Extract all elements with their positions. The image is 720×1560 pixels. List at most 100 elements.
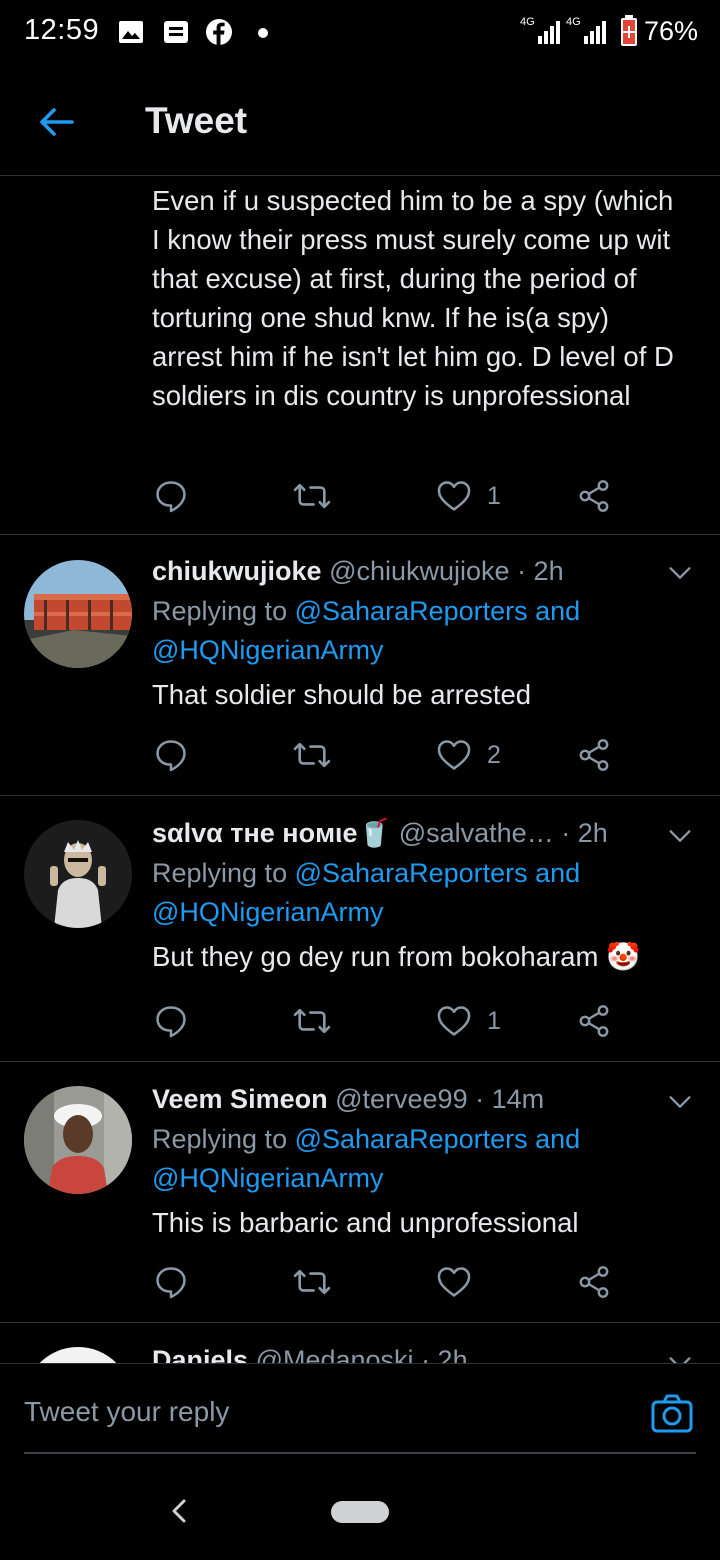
retweet-icon — [293, 483, 331, 509]
replying-to: Replying to @SaharaReporters and @HQNige… — [152, 854, 684, 932]
tweet-text: Even if u suspected him to be a spy (whi… — [152, 185, 674, 411]
tweet-time: · 2h — [561, 818, 608, 848]
chevron-down-icon[interactable] — [666, 1349, 694, 1363]
battery-percent: 76% — [643, 15, 698, 46]
app-header: Tweet — [0, 66, 720, 176]
share-button[interactable] — [576, 735, 612, 775]
display-name[interactable]: chiukwujioke — [152, 556, 322, 586]
cup-emoji: 🥤 — [357, 818, 392, 848]
user-handle[interactable]: @tervee99 — [335, 1084, 467, 1114]
page-title: Tweet — [145, 100, 248, 141]
heart-icon — [437, 481, 471, 511]
tweet-text: But they go dey run from bokoharam 🤡 — [152, 941, 641, 972]
display-name[interactable]: Veem Simeon — [152, 1084, 328, 1114]
status-time: 12:59 — [24, 14, 100, 46]
heart-icon — [437, 740, 471, 770]
reply-icon — [156, 1267, 186, 1299]
avatar-image — [24, 1347, 132, 1363]
dot-icon — [258, 28, 268, 38]
tweet-item[interactable]: ѕαlvα тнe нoмιe🥤 @salvathe… · 2h Replyin… — [0, 796, 720, 1062]
reply-icon — [156, 481, 186, 513]
replying-prefix: Replying to — [152, 1124, 288, 1154]
user-handle[interactable]: @Medanoski — [256, 1345, 414, 1363]
retweet-button[interactable] — [292, 1262, 332, 1302]
share-button[interactable] — [576, 1001, 612, 1041]
tweet-time: · 2h — [421, 1345, 468, 1363]
chevron-down-icon[interactable] — [666, 1088, 694, 1116]
share-icon — [579, 1266, 609, 1298]
avatar-image — [24, 1086, 132, 1194]
like-button[interactable]: 2 — [435, 735, 501, 775]
avatar-image — [24, 820, 132, 928]
battery-icon — [620, 15, 637, 46]
like-count: 1 — [487, 1006, 501, 1035]
tweet-item[interactable]: chiukwujioke @chiukwujioke · 2h Replying… — [0, 535, 720, 796]
like-button[interactable] — [435, 1262, 473, 1302]
tweet-meta: Veem Simeon @tervee99 · 14m — [152, 1081, 684, 1117]
like-button[interactable]: 1 — [435, 1001, 501, 1041]
avatar[interactable] — [24, 1347, 132, 1363]
status-right: 4G 4G 76% — [520, 14, 698, 48]
share-icon — [579, 739, 609, 771]
reply-input-underline — [24, 1452, 696, 1454]
avatar-image — [24, 560, 132, 668]
replying-prefix: Replying to — [152, 858, 288, 888]
display-name[interactable]: ѕαlvα тнe нoмιe — [152, 818, 358, 848]
share-icon — [579, 480, 609, 512]
replying-prefix: Replying to — [152, 596, 288, 626]
chevron-down-icon[interactable] — [666, 559, 694, 587]
like-button[interactable]: 1 — [435, 476, 501, 516]
like-count: 1 — [487, 481, 501, 510]
reply-button[interactable] — [152, 735, 190, 775]
replying-to: Replying to @SaharaReporters and @HQNige… — [152, 592, 684, 670]
tweet-meta: ѕαlvα тнe нoмιe🥤 @salvathe… · 2h — [152, 815, 684, 851]
status-bar: 12:59 4G 4G 76% — [0, 0, 720, 66]
tweet-item[interactable]: Even if u suspected him to be a spy (whi… — [0, 177, 720, 535]
reply-composer: Tweet your reply — [0, 1363, 720, 1463]
reply-button[interactable] — [152, 1262, 190, 1302]
reply-input[interactable]: Tweet your reply — [24, 1396, 229, 1428]
retweet-icon — [293, 742, 331, 768]
tweet-item[interactable]: Veem Simeon @tervee99 · 14m Replying to … — [0, 1062, 720, 1323]
tweet-actions: 2 — [152, 735, 632, 775]
retweet-button[interactable] — [292, 476, 332, 516]
back-button[interactable] — [30, 96, 82, 148]
share-icon — [579, 1005, 609, 1037]
replying-to: Replying to @SaharaReporters and @HQNige… — [152, 1120, 684, 1198]
heart-icon — [437, 1006, 471, 1036]
like-count: 2 — [487, 740, 501, 769]
user-handle[interactable]: @salvathe… — [399, 818, 554, 848]
avatar[interactable] — [24, 1086, 132, 1194]
signal-icon: 4G 4G — [520, 16, 606, 44]
facebook-icon — [206, 19, 232, 45]
reply-button[interactable] — [152, 476, 190, 516]
tweet-actions: 1 — [152, 1001, 632, 1041]
reply-icon — [156, 1006, 186, 1038]
retweet-icon — [293, 1269, 331, 1295]
user-handle[interactable]: @chiukwujioke — [329, 556, 509, 586]
retweet-button[interactable] — [292, 735, 332, 775]
share-button[interactable] — [576, 1262, 612, 1302]
replies-feed[interactable]: Even if u suspected him to be a spy (whi… — [0, 177, 720, 1363]
tweet-meta: chiukwujioke @chiukwujioke · 2h — [152, 553, 684, 589]
arrow-left-icon — [40, 108, 74, 136]
display-name[interactable]: Daniels — [152, 1345, 248, 1363]
heart-icon — [437, 1267, 471, 1297]
chevron-down-icon[interactable] — [666, 822, 694, 850]
message-icon — [164, 21, 188, 43]
svg-text:4G: 4G — [566, 16, 581, 28]
tweet-text: This is barbaric and unprofessional — [152, 1207, 579, 1238]
share-button[interactable] — [576, 476, 612, 516]
reply-button[interactable] — [152, 1001, 190, 1041]
camera-icon[interactable] — [650, 1392, 694, 1436]
nav-home-pill[interactable] — [331, 1501, 389, 1523]
avatar[interactable] — [24, 820, 132, 928]
avatar[interactable] — [24, 560, 132, 668]
tweet-actions: 1 — [152, 476, 632, 516]
nav-back-icon[interactable] — [168, 1495, 192, 1527]
retweet-button[interactable] — [292, 1001, 332, 1041]
tweet-time: · 14m — [475, 1084, 545, 1114]
tweet-meta: Daniels @Medanoski · 2h — [152, 1342, 684, 1363]
tweet-actions — [152, 1262, 632, 1302]
tweet-item[interactable]: Daniels @Medanoski · 2h — [0, 1323, 720, 1363]
